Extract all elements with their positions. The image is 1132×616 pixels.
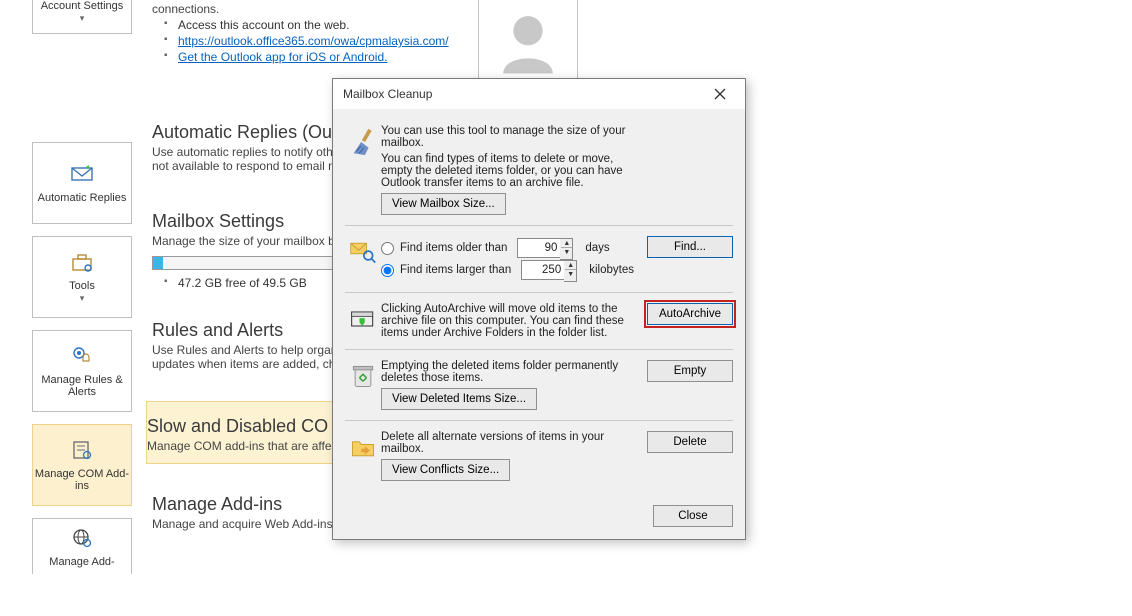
tile-label: Manage Add- — [49, 556, 114, 568]
view-deleted-size-button[interactable]: View Deleted Items Size... — [381, 388, 537, 410]
close-icon — [714, 88, 726, 100]
profile-avatar — [478, 0, 578, 84]
owa-link[interactable]: https://outlook.office365.com/owa/cpmala… — [178, 34, 449, 48]
broom-icon — [348, 127, 378, 157]
view-conflicts-size-button[interactable]: View Conflicts Size... — [381, 459, 510, 481]
automatic-replies-tile[interactable]: Automatic Replies — [32, 142, 132, 224]
close-button[interactable] — [703, 83, 737, 105]
chevron-down-icon: ▾ — [80, 13, 85, 24]
conflicts-folder-icon — [349, 433, 377, 461]
mail-reply-icon — [70, 162, 94, 186]
stepper-down-icon[interactable]: ▼ — [561, 248, 572, 257]
find-larger-radio[interactable] — [381, 264, 394, 277]
archive-folder-icon — [349, 305, 377, 333]
recycle-bin-icon — [349, 362, 377, 390]
stepper-up-icon[interactable]: ▲ — [561, 239, 572, 248]
tile-label: Manage Rules & Alerts — [33, 374, 131, 398]
find-larger-unit: kilobytes — [589, 264, 634, 276]
conflicts-text: Delete all alternate versions of items i… — [381, 431, 639, 455]
magnifier-mail-icon — [349, 238, 377, 266]
stepper-up-icon[interactable]: ▲ — [565, 261, 576, 270]
find-button[interactable]: Find... — [647, 236, 733, 258]
intro-line-1: You can use this tool to manage the size… — [381, 125, 639, 149]
delete-button[interactable]: Delete — [647, 431, 733, 453]
close-dialog-button[interactable]: Close — [653, 505, 733, 527]
storage-text: 47.2 GB free of 49.5 GB — [178, 276, 307, 290]
account-settings-tile[interactable]: Account Settings ▾ — [32, 0, 132, 34]
find-older-value[interactable]: 90 ▲ ▼ — [517, 238, 561, 258]
tile-label: Account Settings — [41, 0, 124, 12]
view-mailbox-size-button[interactable]: View Mailbox Size... — [381, 193, 506, 215]
tile-label: Manage COM Add-ins — [33, 468, 131, 492]
intro-line-2: You can find types of items to delete or… — [381, 153, 639, 189]
rules-bell-icon — [70, 344, 94, 368]
outlook-app-link[interactable]: Get the Outlook app for iOS or Android. — [178, 50, 387, 64]
rules-alerts-tile[interactable]: Manage Rules & Alerts — [32, 330, 132, 412]
mailbox-cleanup-dialog: Mailbox Cleanup You can use this tool to… — [332, 78, 746, 540]
find-older-label: Find items older than — [400, 242, 507, 254]
chevron-down-icon: ▾ — [80, 293, 85, 304]
tools-tile[interactable]: Tools ▾ — [32, 236, 132, 318]
tile-label: Tools — [69, 280, 95, 292]
dialog-title: Mailbox Cleanup — [343, 87, 432, 101]
find-older-radio[interactable] — [381, 242, 394, 255]
tile-label: Automatic Replies — [38, 192, 127, 204]
empty-text: Emptying the deleted items folder perman… — [381, 360, 639, 384]
com-addins-tile[interactable]: Manage COM Add-ins — [32, 424, 132, 506]
autoarchive-button[interactable]: AutoArchive — [647, 303, 733, 325]
addin-icon — [70, 438, 94, 462]
bullet-text: Access this account on the web. — [178, 18, 349, 32]
find-older-unit: days — [585, 242, 609, 254]
toolbox-icon — [70, 250, 94, 274]
web-addins-tile[interactable]: Manage Add- — [32, 518, 132, 574]
find-larger-value[interactable]: 250 ▲ ▼ — [521, 260, 565, 280]
globe-gear-icon — [70, 526, 94, 550]
stepper-down-icon[interactable]: ▼ — [565, 270, 576, 279]
find-larger-label: Find items larger than — [400, 264, 511, 276]
autoarchive-text: Clicking AutoArchive will move old items… — [381, 303, 639, 339]
empty-button[interactable]: Empty — [647, 360, 733, 382]
